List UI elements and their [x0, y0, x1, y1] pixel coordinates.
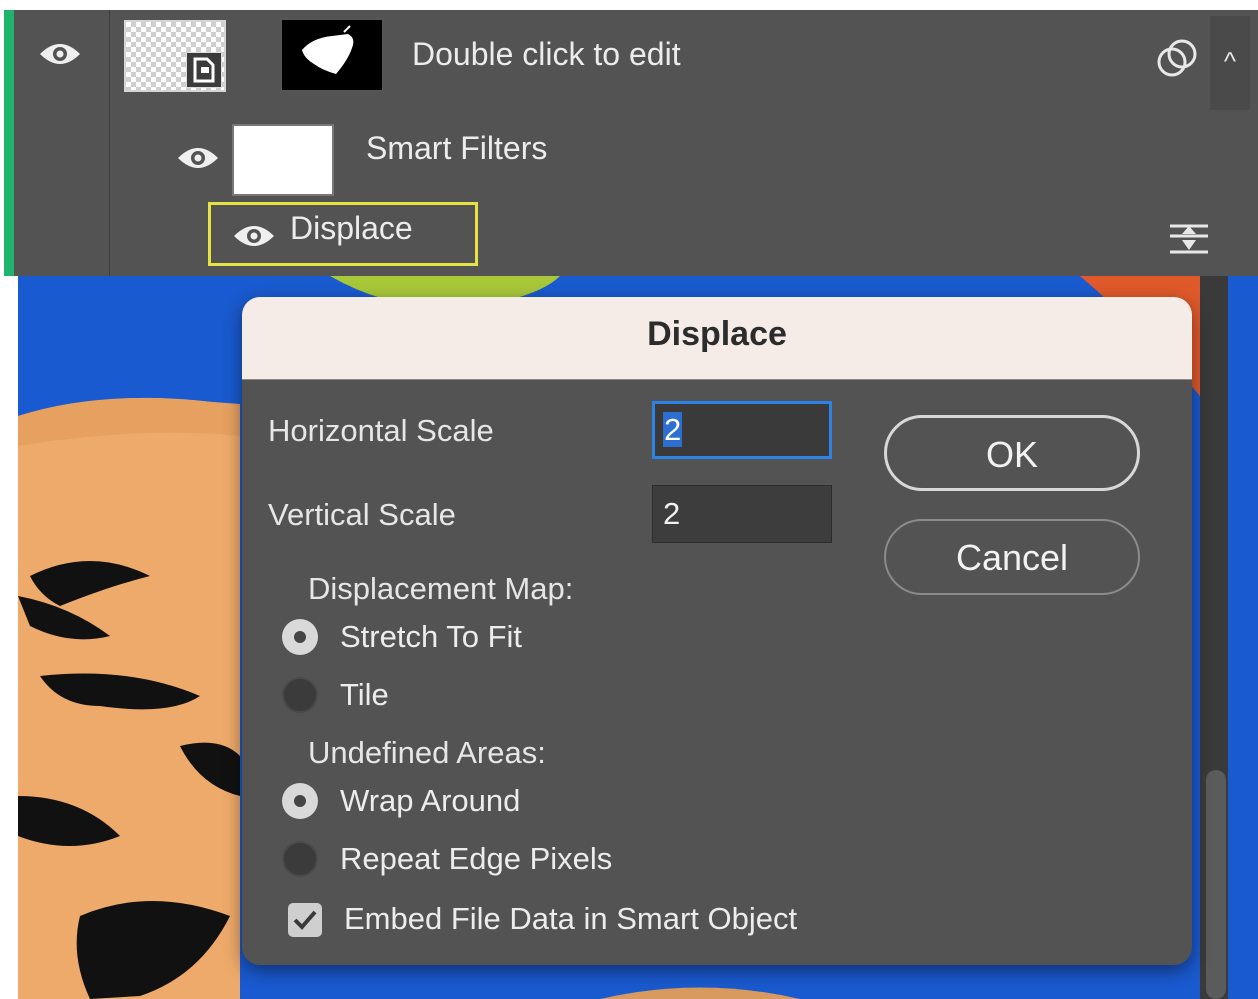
wrap-around-radio[interactable]	[282, 783, 318, 819]
cancel-button[interactable]: Cancel	[884, 519, 1140, 595]
vertical-scale-label: Vertical Scale	[268, 497, 456, 532]
embed-file-data-label[interactable]: Embed File Data in Smart Object	[344, 901, 797, 937]
ok-button[interactable]: OK	[884, 415, 1140, 491]
vertical-scale-input[interactable]: 2	[652, 485, 832, 543]
repeat-edge-pixels-label[interactable]: Repeat Edge Pixels	[340, 841, 612, 877]
filter-blending-options-icon[interactable]	[1168, 222, 1210, 261]
eye-icon[interactable]	[176, 144, 220, 172]
layer-mask-thumbnail[interactable]	[280, 18, 384, 92]
tile-radio[interactable]	[282, 677, 318, 713]
repeat-edge-pixels-radio[interactable]	[282, 841, 318, 877]
layers-panel: Double click to edit ^ Smart Filters Dis…	[4, 10, 1258, 276]
stretch-to-fit-label[interactable]: Stretch To Fit	[340, 619, 522, 655]
eye-icon[interactable]	[232, 222, 276, 250]
layer-name[interactable]: Double click to edit	[412, 36, 681, 73]
layer-selection-indicator	[4, 10, 14, 276]
horizontal-scale-value: 2	[663, 412, 683, 447]
wrap-around-label[interactable]: Wrap Around	[340, 783, 520, 819]
dialog-title: Displace	[647, 315, 787, 353]
horizontal-scale-label: Horizontal Scale	[268, 413, 494, 448]
visibility-column-divider	[109, 10, 110, 276]
chevron-up-icon[interactable]: ^	[1210, 16, 1250, 110]
smart-filter-mask-thumbnail[interactable]	[232, 124, 334, 196]
displacement-map-label: Displacement Map:	[308, 571, 574, 606]
embed-file-data-checkbox[interactable]	[288, 903, 322, 937]
stretch-to-fit-radio[interactable]	[282, 619, 318, 655]
smart-filters-label[interactable]: Smart Filters	[366, 130, 547, 167]
smart-object-badge-icon	[186, 52, 222, 88]
checkmark-icon	[293, 910, 317, 930]
scrollbar-thumb[interactable]	[1206, 770, 1226, 999]
tile-label[interactable]: Tile	[340, 677, 389, 713]
displace-dialog: Displace Horizontal Scale 2 Vertical Sca…	[242, 297, 1192, 965]
dialog-titlebar[interactable]: Displace	[242, 297, 1192, 380]
layer-thumbnail[interactable]	[124, 20, 226, 92]
filter-name[interactable]: Displace	[290, 210, 413, 247]
eye-icon[interactable]	[38, 40, 82, 68]
horizontal-scale-input[interactable]: 2	[652, 401, 832, 459]
undefined-areas-label: Undefined Areas:	[308, 735, 546, 770]
link-icon[interactable]	[1156, 38, 1198, 83]
